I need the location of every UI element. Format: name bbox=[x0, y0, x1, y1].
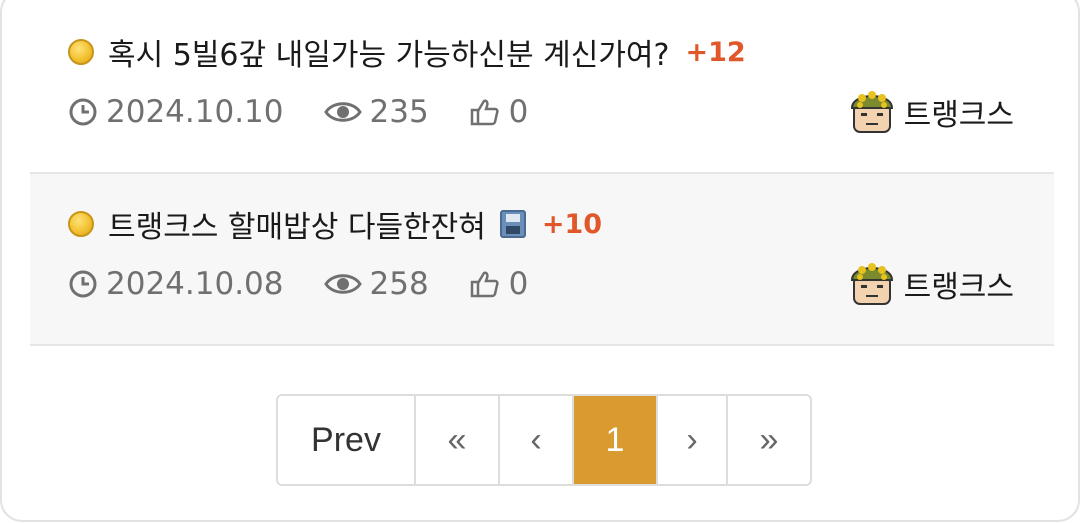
comment-count: +12 bbox=[685, 36, 746, 68]
like-count: 0 bbox=[508, 94, 529, 130]
next-page-button[interactable]: › bbox=[656, 396, 728, 484]
eye-icon bbox=[323, 99, 362, 125]
author-name[interactable]: 트랭크스 bbox=[904, 90, 1014, 134]
author-name[interactable]: 트랭크스 bbox=[904, 262, 1014, 306]
previous-page-button[interactable]: ‹ bbox=[500, 396, 574, 484]
avatar-icon bbox=[846, 84, 898, 140]
eye-icon bbox=[323, 271, 362, 297]
comment-count: +10 bbox=[541, 208, 603, 240]
post-item[interactable]: 트랭크스 할매밥상 다들한잔혀 +10 2024.10.08 258 0 트랭크… bbox=[30, 174, 1054, 346]
avatar-icon bbox=[846, 256, 898, 312]
post-item[interactable]: 혹시 5빌6갚 내일가능 가능하신분 계신가여? +12 2024.10.10 … bbox=[30, 2, 1054, 174]
coin-icon bbox=[68, 211, 94, 237]
pagination: Prev « ‹ 1 › » bbox=[276, 394, 812, 486]
thumbs-up-icon bbox=[469, 268, 501, 300]
post-date: 2024.10.08 bbox=[106, 266, 284, 302]
post-meta: 2024.10.10 235 0 bbox=[68, 90, 528, 134]
post-author[interactable]: 트랭크스 bbox=[846, 258, 1014, 310]
first-page-button[interactable]: « bbox=[416, 396, 500, 484]
view-count: 235 bbox=[369, 94, 429, 130]
post-meta: 2024.10.08 258 0 bbox=[68, 262, 528, 306]
like-count: 0 bbox=[508, 266, 529, 302]
post-list-panel: 혹시 5빌6갚 내일가능 가능하신분 계신가여? +12 2024.10.10 … bbox=[0, 0, 1080, 522]
post-title-row[interactable]: 혹시 5빌6갚 내일가능 가능하신분 계신가여? +12 bbox=[68, 30, 746, 74]
coin-icon bbox=[68, 39, 94, 65]
post-author[interactable]: 트랭크스 bbox=[846, 86, 1014, 138]
clock-icon bbox=[68, 269, 98, 299]
floppy-disk-icon bbox=[499, 210, 526, 238]
post-date: 2024.10.10 bbox=[106, 94, 284, 130]
prev-button[interactable]: Prev bbox=[278, 396, 416, 484]
last-page-button[interactable]: » bbox=[728, 396, 810, 484]
thumbs-up-icon bbox=[469, 96, 501, 128]
post-title[interactable]: 트랭크스 할매밥상 다들한잔혀 bbox=[108, 202, 486, 246]
post-title[interactable]: 혹시 5빌6갚 내일가능 가능하신분 계신가여? bbox=[108, 30, 669, 74]
post-title-row[interactable]: 트랭크스 할매밥상 다들한잔혀 +10 bbox=[68, 202, 602, 246]
view-count: 258 bbox=[369, 266, 429, 302]
current-page-button[interactable]: 1 bbox=[574, 396, 656, 484]
clock-icon bbox=[68, 97, 98, 127]
